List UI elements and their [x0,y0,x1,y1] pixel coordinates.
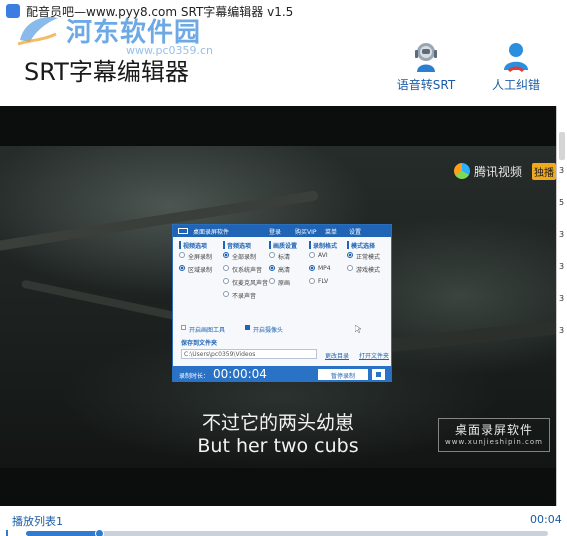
recorder-option: 游戏模式 [347,262,380,275]
recorder-option: MP4 [309,262,337,275]
radio-icon [223,265,229,271]
recorder-video-options: 视频选项 全屏录制 区域录制 [179,241,212,275]
radio-icon [269,265,275,271]
monitor-icon [178,228,188,234]
channel-logo-tag: 独播 [532,163,556,180]
recorder-option: 全屏录制 [179,249,212,262]
recorder-option: 仅麦克风声音 [223,275,268,288]
recorder-option: FLV [309,275,337,288]
manual-fix-button[interactable]: 人工纠错 [476,40,556,96]
recorder-change-dir-link: 更改目录 [325,353,350,360]
radio-icon [309,278,315,284]
recorder-col-header: 视频选项 [179,241,212,250]
playback-time: 00:04 [530,513,562,526]
recorder-option: 高清 [269,262,297,275]
radio-icon [223,291,229,297]
recorder-option: 标清 [269,249,297,262]
recorder-menu-vip: 购买VIP [295,229,317,236]
radio-icon [347,265,353,271]
radio-icon [223,252,229,258]
recorder-mode-options: 模式选择 正常模式 游戏模式 [347,241,380,275]
srt-editor-window: 配音员吧—www.pyy8.com SRT字幕编辑器 v1.5 河东软件园 ww… [0,0,567,536]
recorder-col-header: 音频选项 [223,241,268,250]
checkbox-checked-icon [245,325,250,330]
right-panel-edge: 3 5 3 3 3 3 [556,106,567,506]
recorder-menu-menu: 菜单 [325,229,338,236]
radio-icon [269,278,275,284]
recorder-menu-settings: 设置 [349,229,362,236]
recorder-title-bar: 桌面录屏软件 登录 购买VIP 菜单 设置 [173,225,391,237]
video-player[interactable]: 腾讯视频 独播 桌面录屏软件 登录 购买VIP 菜单 设置 视频选项 全屏录制 … [0,106,556,506]
checkbox-icon [181,325,186,330]
recorder-check-camera: 开启摄像头 [245,325,283,334]
recorder-status-bar: 录制时长： 00:00:04 暂停录制 [173,366,391,382]
speech-to-srt-label: 语音转SRT [396,78,456,92]
progress-slider[interactable] [26,529,548,536]
recorder-option: 全部录制 [223,249,268,262]
mouse-cursor-icon [355,325,361,333]
radio-icon [179,252,185,258]
recorder-window: 桌面录屏软件 登录 购买VIP 菜单 设置 视频选项 全屏录制 区域录制 音频选… [172,224,392,382]
radio-icon [269,252,275,258]
recorder-stop-icon [372,369,385,380]
app-heading: SRT字幕编辑器 [24,58,189,86]
recorder-duration-label: 录制时长： [179,373,210,380]
recorder-col-header: 画质设置 [269,241,297,250]
progress-fill [26,531,100,536]
recorder-folder-header: 保存到文件夹 [181,340,218,347]
recorder-option: 仅系统声音 [223,262,268,275]
branch-shape [20,279,180,321]
manual-fix-label: 人工纠错 [491,78,540,92]
recorder-title: 桌面录屏软件 [193,229,230,236]
playback-bar: 播放列表1 00:04 [0,506,567,536]
recorder-pause-button: 暂停录制 [318,369,368,380]
channel-logo: 腾讯视频 独播 [454,162,556,180]
recorder-quality-options: 画质设置 标清 高清 原画 [269,241,297,288]
robot-icon [415,43,437,72]
recorder-open-folder-link: 打开文件夹 [359,353,390,360]
speech-to-srt-button[interactable]: 语音转SRT [386,40,466,96]
radio-icon [347,252,353,258]
playlist-label[interactable]: 播放列表1 [12,513,63,529]
recorder-duration: 00:00:04 [213,367,267,381]
recorder-folder-path: C:\Users\pc0359\Videos [181,349,317,359]
recorder-col-header: 模式选择 [347,241,380,250]
recorder-watermark-url: www.xunjieshipin.com [445,438,543,446]
radio-icon [223,278,229,284]
channel-logo-text: 腾讯视频 [474,165,523,179]
recorder-option: 区域录制 [179,262,212,275]
scrollbar-thumb[interactable] [559,132,565,160]
recorder-menu-login: 登录 [269,229,282,236]
recorder-option: AVI [309,249,337,262]
recorder-check-draw: 开启画图工具 [181,325,225,334]
radio-icon [309,265,315,271]
recorder-option: 不录声音 [223,288,268,301]
watermark-logo-icon [17,16,58,46]
recorder-audio-options: 音频选项 全部录制 仅系统声音 仅麦克风声音 不录声音 [223,241,268,301]
progress-start-marker [6,530,14,536]
recorder-watermark-title: 桌面录屏软件 [454,423,533,437]
recorder-option: 正常模式 [347,249,380,262]
channel-logo-icon [454,163,470,179]
recorder-col-header: 录制格式 [309,241,337,250]
radio-icon [309,252,315,258]
recorder-format-options: 录制格式 AVI MP4 FLV [309,241,337,288]
recorder-watermark: 桌面录屏软件 www.xunjieshipin.com [438,418,550,452]
progress-thumb[interactable] [95,529,105,536]
recorder-option: 原画 [269,275,297,288]
radio-icon [179,265,185,271]
user-icon [504,43,528,73]
